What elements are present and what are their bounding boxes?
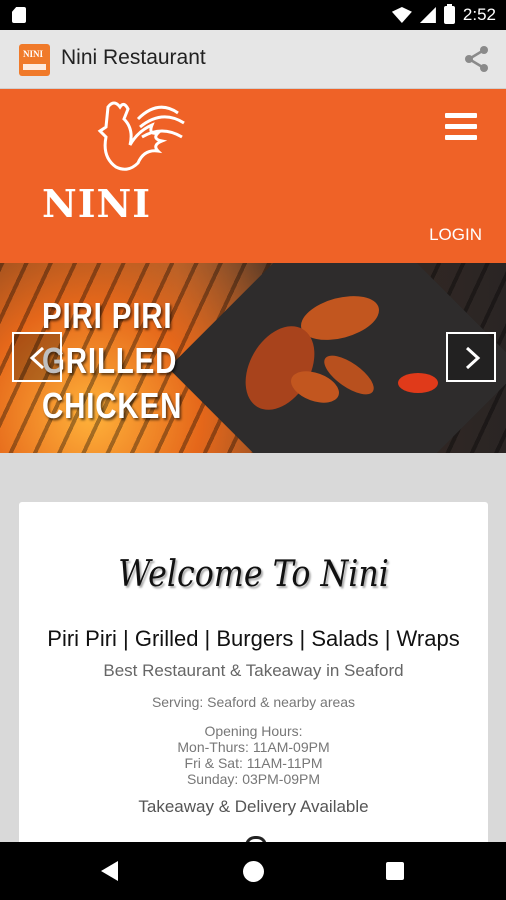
status-time: 2:52 xyxy=(462,5,496,24)
login-link[interactable]: LOGIN xyxy=(429,225,482,245)
opening-hours-row: Mon-Thurs: 11AM-09PM xyxy=(177,739,330,755)
slider-prev-button[interactable] xyxy=(12,332,62,382)
rooster-logo-icon xyxy=(97,101,185,171)
banner-title-line: CHICKEN xyxy=(42,385,183,426)
recent-apps-icon[interactable] xyxy=(386,862,404,880)
app-icon: NINI xyxy=(19,44,50,76)
status-bar: 2:52 xyxy=(0,0,506,30)
opening-hours-title: Opening Hours: xyxy=(204,723,303,739)
sd-card-icon xyxy=(12,7,26,23)
home-icon[interactable] xyxy=(243,861,264,882)
app-title: Nini Restaurant xyxy=(61,46,206,69)
sauce-dish-image xyxy=(398,373,438,393)
battery-icon xyxy=(443,4,455,24)
banner-title-line: GRILLED xyxy=(42,340,178,381)
hero-slider: PIRI PIRI GRILLED CHICKEN xyxy=(0,263,506,453)
signal-icon xyxy=(419,7,436,23)
app-icon-text: NINI xyxy=(23,49,44,59)
navigation-bar xyxy=(0,842,506,900)
opening-hours: Opening Hours: Mon-Thurs: 11AM-09PM Fri … xyxy=(19,723,488,787)
opening-hours-row: Fri & Sat: 11AM-11PM xyxy=(184,755,323,771)
welcome-card: Welcome To Nini Piri Piri | Grilled | Bu… xyxy=(19,502,488,862)
share-icon[interactable] xyxy=(462,44,492,74)
back-icon[interactable] xyxy=(101,861,118,881)
logo-text: NINI xyxy=(42,181,152,226)
banner-title-line: PIRI PIRI xyxy=(42,295,173,336)
opening-hours-row: Sunday: 03PM-09PM xyxy=(186,771,321,787)
chevron-right-icon xyxy=(465,346,481,370)
chevron-left-icon xyxy=(29,346,45,370)
delivery-info: Takeaway & Delivery Available xyxy=(138,797,369,816)
serving-areas: Serving: Seaford & nearby areas xyxy=(151,694,356,710)
tagline: Best Restaurant & Takeaway in Seaford xyxy=(103,661,404,680)
slider-next-button[interactable] xyxy=(446,332,496,382)
welcome-heading: Welcome To Nini xyxy=(118,554,389,595)
banner-title: PIRI PIRI GRILLED CHICKEN xyxy=(42,293,182,428)
site-header: NINI LOGIN xyxy=(0,89,506,263)
menu-categories: Piri Piri | Grilled | Burgers | Salads |… xyxy=(47,626,460,651)
menu-icon[interactable] xyxy=(445,113,477,140)
app-bar: NINI Nini Restaurant xyxy=(0,30,506,89)
wifi-icon xyxy=(391,7,412,23)
